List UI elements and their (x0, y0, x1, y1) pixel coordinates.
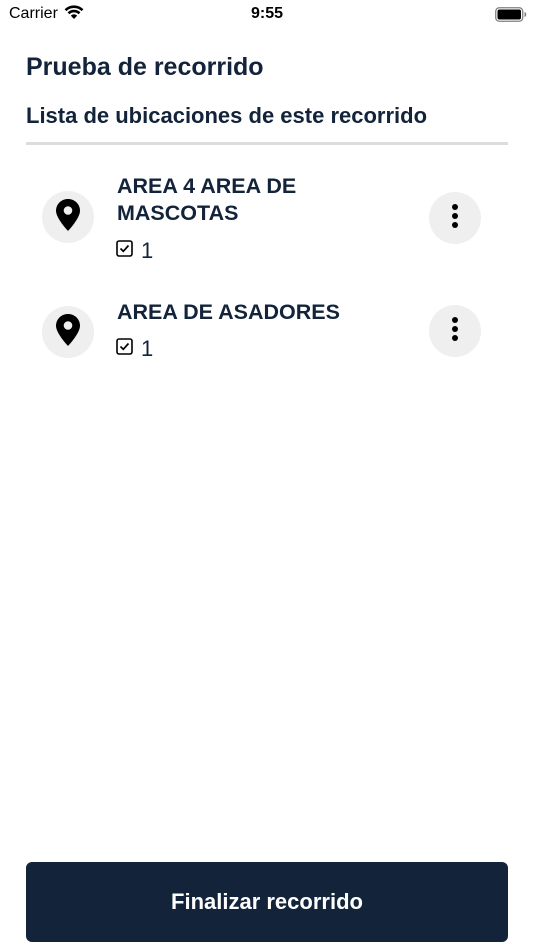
status-bar: Carrier 9:55 (0, 0, 534, 30)
location-item[interactable]: AREA 4 AREA DE MASCOTAS 1 (26, 165, 508, 275)
location-item[interactable]: AREA DE ASADORES 1 (26, 292, 508, 372)
map-pin-icon (56, 313, 80, 351)
location-checkpoint-count: 1 (116, 336, 153, 362)
clock: 9:55 (250, 5, 284, 22)
location-name: AREA DE ASADORES (117, 300, 340, 324)
location-name: AREA 4 AREA DE MASCOTAS (117, 174, 297, 225)
map-pin-icon (56, 198, 80, 236)
section-subtitle: Lista de ubicaciones de este recorrido (26, 103, 428, 128)
battery-icon (495, 7, 527, 27)
location-pin-badge (42, 306, 94, 358)
finish-tour-button[interactable]: Finalizar recorrido (26, 862, 508, 942)
more-vertical-icon (451, 316, 459, 347)
more-vertical-icon (451, 203, 459, 234)
location-pin-badge (42, 191, 94, 243)
more-options-button[interactable] (429, 305, 481, 357)
more-options-button[interactable] (429, 192, 481, 244)
count-value: 1 (141, 238, 154, 263)
page-title: Prueba de recorrido (26, 53, 264, 81)
checkbox-checked-icon (116, 240, 133, 262)
divider (26, 142, 508, 145)
location-checkpoint-count: 1 (116, 238, 153, 264)
count-value: 1 (141, 336, 154, 361)
checkbox-checked-icon (116, 338, 133, 360)
